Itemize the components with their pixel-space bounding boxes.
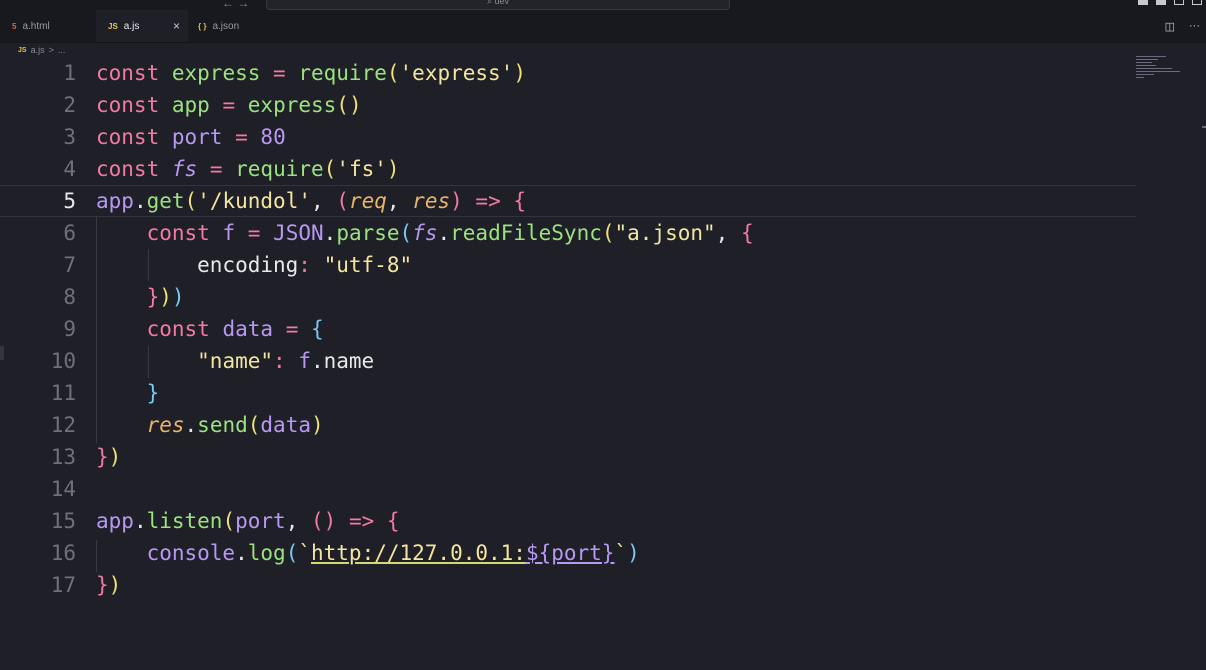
line-code: const app = express() — [96, 93, 362, 117]
line-code: const port = 80 — [96, 125, 286, 149]
scrollbar[interactable] — [1202, 126, 1206, 128]
close-icon[interactable]: × — [173, 19, 180, 33]
line-code: encoding: "utf-8" — [96, 253, 413, 277]
javascript-icon: JS — [108, 21, 118, 31]
tab-actions: ◫ ··· — [1165, 20, 1200, 33]
code-line: 17}) — [0, 569, 1136, 601]
line-number: 8 — [63, 285, 76, 309]
tab-a-html[interactable]: 5 a.html — [0, 10, 98, 42]
code-line: 7 encoding: "utf-8" — [0, 249, 1136, 281]
line-number: 3 — [63, 125, 76, 149]
line-number: 13 — [50, 445, 76, 469]
tab-a-js[interactable]: JS a.js × — [96, 10, 188, 42]
line-code: const fs = require('fs') — [96, 157, 400, 181]
line-number: 9 — [63, 317, 76, 341]
line-number: 6 — [63, 221, 76, 245]
line-number: 15 — [50, 509, 76, 533]
breadcrumb: JS a.js > ... — [18, 43, 65, 57]
code-line: 15 app.listen(port, () => { — [0, 505, 1136, 537]
line-code: }) — [96, 573, 122, 597]
line-code: "name": f.name — [197, 349, 375, 373]
tab-label: a.js — [123, 20, 140, 32]
breadcrumb-file[interactable]: a.js — [31, 45, 45, 55]
code-editor[interactable]: 1 const express = require('express') 2 con… — [0, 56, 1206, 670]
code-line: 11 } — [0, 377, 1136, 409]
breadcrumb-symbol[interactable]: ... — [58, 45, 66, 55]
search-label: dev — [494, 0, 510, 6]
code-line-current: 5 app.get('/kundol', (req, res) => { — [0, 185, 1136, 217]
line-number: 17 — [50, 573, 76, 597]
line-code: const data = { — [146, 317, 324, 341]
search-icon: ⌕ — [486, 0, 495, 6]
line-number: 1 — [63, 61, 76, 85]
title-bar: ← → ⌕ dev — [0, 0, 1206, 10]
line-number: 10 — [50, 349, 76, 373]
code-line: 6 const f = JSON.parse(fs.readFileSync("… — [0, 217, 1136, 249]
tab-a-json[interactable]: { } a.json — [186, 10, 286, 42]
code-line: 13}) — [0, 441, 1136, 473]
line-number: 5 — [63, 189, 76, 213]
editor-tab-bar: 5 a.html JS a.js × { } a.json ◫ ··· — [0, 10, 1206, 43]
code-line: 2 const app = express() — [0, 89, 1136, 121]
javascript-icon: JS — [18, 46, 27, 54]
command-center-search[interactable]: ⌕ dev — [266, 0, 730, 10]
line-number: 4 — [63, 157, 76, 181]
json-icon: { } — [198, 21, 207, 31]
code-line: 4 const fs = require('fs') — [0, 153, 1136, 185]
toggle-panel-icon[interactable] — [1156, 0, 1166, 5]
line-number: 16 — [50, 541, 76, 565]
line-number: 12 — [50, 413, 76, 437]
line-number: 7 — [63, 253, 76, 277]
line-code: res.send(data) — [146, 413, 324, 437]
code-line: 1 const express = require('express') — [0, 57, 1136, 89]
code-line: 12 res.send(data) — [0, 409, 1136, 441]
line-code: console.log(`http://127.0.0.1:${port}`) — [146, 541, 640, 565]
code-line: 10 "name": f.name — [0, 345, 1136, 377]
html5-icon: 5 — [12, 21, 17, 31]
layout-controls — [1138, 0, 1202, 5]
line-number: 2 — [63, 93, 76, 117]
toggle-sidebar-icon[interactable] — [1138, 0, 1148, 5]
line-code: app.get('/kundol', (req, res) => { — [96, 189, 527, 213]
code-line: 8 })) — [0, 281, 1136, 313]
split-editor-icon[interactable]: ◫ — [1165, 20, 1175, 33]
code-line: 16 console.log(`http://127.0.0.1:${port}… — [0, 537, 1136, 569]
line-number: 14 — [50, 477, 76, 501]
editor-margin-marker — [0, 346, 4, 360]
code-line: 14 — [0, 473, 1136, 505]
line-code: }) — [96, 445, 122, 469]
line-code: })) — [146, 285, 185, 309]
line-number: 11 — [50, 381, 76, 405]
code-line: 9 const data = { — [0, 313, 1136, 345]
toggle-secondary-sidebar-icon[interactable] — [1174, 0, 1184, 5]
navigation-arrows[interactable]: ← → — [222, 0, 249, 10]
line-code: const express = require('express') — [96, 61, 526, 85]
more-actions-icon[interactable]: ··· — [1189, 20, 1200, 33]
minimap[interactable] — [1136, 56, 1180, 86]
tab-label: a.json — [212, 20, 240, 32]
line-code: app.listen(port, () => { — [96, 509, 400, 533]
code-line: 3 const port = 80 — [0, 121, 1136, 153]
line-code: const f = JSON.parse(fs.readFileSync("a.… — [146, 221, 754, 245]
customize-layout-icon[interactable] — [1192, 0, 1202, 5]
chevron-right-icon: > — [48, 45, 54, 55]
tab-label: a.html — [22, 20, 50, 32]
line-code: } — [146, 381, 160, 405]
